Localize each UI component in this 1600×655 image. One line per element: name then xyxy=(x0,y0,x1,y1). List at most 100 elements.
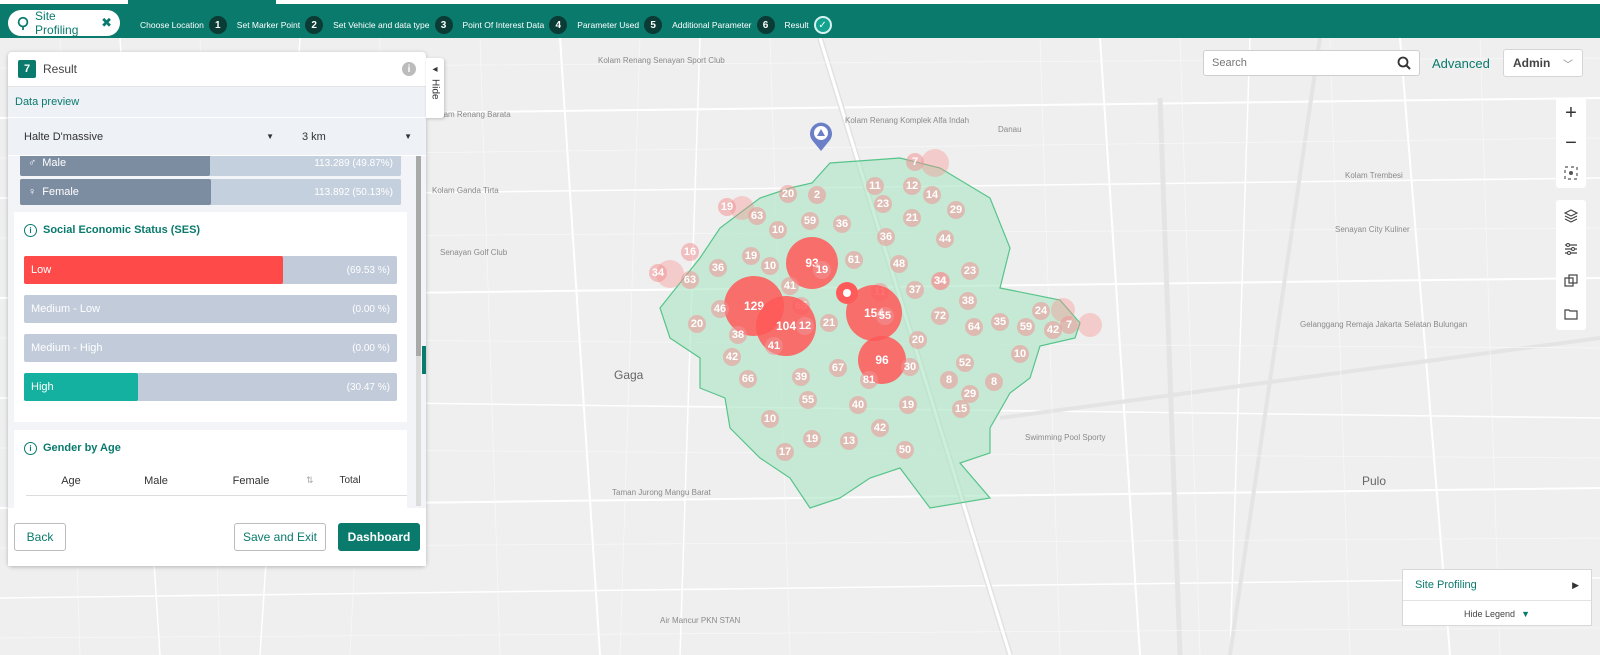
cluster-marker[interactable]: 37 xyxy=(906,281,924,299)
compare-icon[interactable] xyxy=(1564,274,1578,288)
cluster-marker[interactable]: 39 xyxy=(792,368,810,386)
cluster-marker[interactable]: 20 xyxy=(688,315,706,333)
location-pin-icon[interactable] xyxy=(808,122,834,152)
info-icon[interactable]: i xyxy=(402,62,416,76)
cluster-marker[interactable]: 14 xyxy=(923,186,941,204)
step-choose-location[interactable]: Choose Location 1 xyxy=(140,16,227,34)
cluster-marker[interactable]: 23 xyxy=(961,262,979,280)
location-select[interactable]: Halte D'massive ▼ xyxy=(24,131,274,143)
cluster-marker[interactable]: 61 xyxy=(845,251,863,269)
cluster-marker[interactable]: 20 xyxy=(909,331,927,349)
cluster-marker[interactable]: 55 xyxy=(876,307,894,325)
zoom-out-button[interactable]: − xyxy=(1556,128,1586,158)
cluster-marker[interactable]: 34 xyxy=(931,272,949,290)
step-poi-data[interactable]: Point Of Interest Data 4 xyxy=(463,16,568,34)
cluster-marker[interactable]: 21 xyxy=(903,209,921,227)
cluster-marker[interactable]: 59 xyxy=(801,212,819,230)
cluster-marker[interactable]: 19 xyxy=(718,198,736,216)
cluster-marker[interactable]: 30 xyxy=(901,358,919,376)
cluster-marker[interactable]: 2 xyxy=(808,186,826,204)
step-set-marker-point[interactable]: Set Marker Point 2 xyxy=(237,16,324,34)
data-preview-tab[interactable]: Data preview xyxy=(8,87,426,117)
cluster-marker[interactable]: 63 xyxy=(748,207,766,225)
cluster-marker[interactable]: 44 xyxy=(936,230,954,248)
advanced-link[interactable]: Advanced xyxy=(1432,56,1490,71)
cluster-marker[interactable]: 42 xyxy=(871,419,889,437)
cluster-marker[interactable]: 19 xyxy=(803,430,821,448)
filter-sliders-icon[interactable] xyxy=(1564,242,1578,256)
cluster-marker[interactable]: 41 xyxy=(765,337,783,355)
zoom-in-button[interactable]: + xyxy=(1556,98,1586,128)
cluster-marker[interactable]: 24 xyxy=(1032,302,1050,320)
cluster-marker[interactable]: 72 xyxy=(931,307,949,325)
cluster-marker[interactable]: 50 xyxy=(896,441,914,459)
sort-icon[interactable]: ⇅ xyxy=(306,475,320,486)
user-dropdown[interactable]: Admin ﹀ xyxy=(1503,49,1583,77)
cluster-marker[interactable]: 7 xyxy=(906,153,924,171)
cluster-marker[interactable]: 10 xyxy=(1011,345,1029,363)
cluster-marker[interactable]: 81 xyxy=(860,371,878,389)
site-center-marker[interactable] xyxy=(836,282,858,304)
cluster-marker[interactable]: 12 xyxy=(796,317,814,335)
cluster-marker[interactable]: 10 xyxy=(761,257,779,275)
step-set-vehicle[interactable]: Set Vehicle and data type 3 xyxy=(333,16,453,34)
cluster-marker[interactable]: 29 xyxy=(947,201,965,219)
cluster-marker[interactable]: 67 xyxy=(829,359,847,377)
cluster-marker[interactable]: 36 xyxy=(709,259,727,277)
cluster-marker[interactable]: 10 xyxy=(761,410,779,428)
save-and-exit-button[interactable]: Save and Exit xyxy=(234,523,326,551)
cluster-marker[interactable]: 40 xyxy=(849,396,867,414)
step-result[interactable]: Result ✓ xyxy=(785,16,832,34)
cluster-marker[interactable]: 42 xyxy=(723,348,741,366)
cluster-marker[interactable]: 12 xyxy=(903,177,921,195)
step-parameter-used[interactable]: Parameter Used 5 xyxy=(577,16,663,34)
cluster-marker[interactable]: 59 xyxy=(1017,318,1035,336)
cluster-marker[interactable]: 17 xyxy=(776,443,794,461)
cluster-marker[interactable]: 34 xyxy=(649,264,667,282)
column-header-age[interactable]: Age xyxy=(26,475,116,487)
cluster-marker[interactable]: 20 xyxy=(779,185,797,203)
cluster-marker[interactable]: 15 xyxy=(952,400,970,418)
cluster-marker[interactable]: 46 xyxy=(711,300,729,318)
cluster-marker[interactable]: 8 xyxy=(940,371,958,389)
close-icon[interactable]: ✖ xyxy=(101,15,112,31)
cluster-marker[interactable]: 19 xyxy=(899,396,917,414)
legend-item-site-profiling[interactable]: Site Profiling ▶ xyxy=(1403,570,1591,601)
cluster-marker[interactable]: 36 xyxy=(877,228,895,246)
search-icon[interactable] xyxy=(1397,56,1411,70)
cluster-marker[interactable]: 64 xyxy=(965,318,983,336)
site-profiling-pill[interactable]: Site Profiling ✖ xyxy=(8,9,120,37)
radius-select[interactable]: 3 km ▼ xyxy=(302,131,412,143)
cluster-marker[interactable]: 7 xyxy=(1060,316,1078,334)
cluster-marker[interactable]: 19 xyxy=(742,247,760,265)
locate-icon[interactable] xyxy=(1556,158,1586,188)
cluster-marker[interactable]: 63 xyxy=(681,271,699,289)
cluster-marker[interactable]: 66 xyxy=(739,370,757,388)
cluster-marker[interactable]: 38 xyxy=(959,292,977,310)
scrollbar[interactable] xyxy=(416,156,421,506)
column-header-total[interactable]: Total xyxy=(320,475,380,486)
column-header-male[interactable]: Male xyxy=(116,475,196,487)
dashboard-button[interactable]: Dashboard xyxy=(338,523,420,551)
cluster-marker[interactable]: 16 xyxy=(681,243,699,261)
back-button[interactable]: Back xyxy=(14,523,66,551)
cluster-marker[interactable]: 21 xyxy=(820,314,838,332)
layers-icon[interactable] xyxy=(1564,209,1578,223)
panel-scroll-area[interactable]: ♂ Male 113.289 (49.87%) ♀ Female 113.892 (… xyxy=(8,156,426,508)
cluster-marker[interactable]: 10 xyxy=(769,221,787,239)
cluster-marker[interactable]: 23 xyxy=(874,195,892,213)
cluster-marker[interactable]: 36 xyxy=(833,215,851,233)
folder-icon[interactable] xyxy=(1564,307,1578,321)
cluster-marker[interactable]: 55 xyxy=(799,391,817,409)
cluster-marker[interactable]: 38 xyxy=(729,326,747,344)
hide-panel-tab[interactable]: ◂ Hide xyxy=(426,58,444,118)
column-header-female[interactable]: Female xyxy=(196,475,306,487)
step-additional-parameter[interactable]: Additional Parameter 6 xyxy=(672,16,775,34)
hide-legend-button[interactable]: Hide Legend ▼ xyxy=(1403,601,1591,626)
cluster-marker[interactable]: 52 xyxy=(956,354,974,372)
cluster-marker[interactable]: 35 xyxy=(991,313,1009,331)
search-input[interactable] xyxy=(1212,57,1397,69)
cluster-marker[interactable]: 8 xyxy=(985,373,1003,391)
cluster-marker[interactable]: 13 xyxy=(840,432,858,450)
cluster-marker[interactable]: 11 xyxy=(866,177,884,195)
